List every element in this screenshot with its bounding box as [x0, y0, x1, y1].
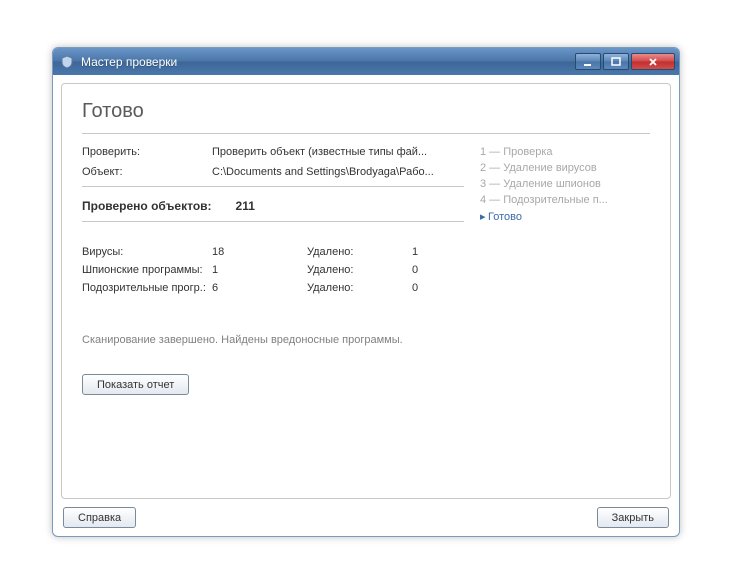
- scanned-value: 211: [236, 199, 255, 213]
- app-shield-icon: [59, 54, 75, 70]
- stats-row-spyware: Шпионские программы: 1 Удалено: 0: [82, 264, 464, 276]
- stat-name: Вирусы:: [82, 246, 212, 258]
- wizard-window: Мастер проверки Готово Проверить: Провер…: [52, 47, 680, 537]
- main-columns: Проверить: Проверить объект (известные т…: [82, 146, 650, 395]
- scanned-row: Проверено объектов: 211: [82, 199, 464, 213]
- stat-deleted-label: Удалено:: [307, 264, 412, 276]
- divider: [82, 221, 464, 222]
- object-value: C:\Documents and Settings\Brodyaga\Рабо.…: [212, 166, 464, 178]
- close-button[interactable]: [631, 53, 675, 70]
- window-title: Мастер проверки: [81, 55, 575, 69]
- summary-column: Проверить: Проверить объект (известные т…: [82, 146, 480, 395]
- object-label: Объект:: [82, 166, 212, 178]
- stat-count: 1: [212, 264, 307, 276]
- steps-column: 1 — Проверка 2 — Удаление вирусов 3 — Уд…: [480, 146, 650, 395]
- check-row: Проверить: Проверить объект (известные т…: [82, 146, 464, 158]
- divider: [82, 133, 650, 134]
- scanned-label: Проверено объектов:: [82, 199, 212, 213]
- status-message: Сканирование завершено. Найдены вредонос…: [82, 334, 464, 346]
- show-report-button[interactable]: Показать отчет: [82, 374, 189, 395]
- step-4: 4 — Подозрительные п...: [480, 194, 650, 206]
- stat-deleted-label: Удалено:: [307, 282, 412, 294]
- stat-deleted-count: 1: [412, 246, 442, 258]
- stats-block: Вирусы: 18 Удалено: 1 Шпионские программ…: [82, 246, 464, 294]
- check-label: Проверить:: [82, 146, 212, 158]
- step-1: 1 — Проверка: [480, 146, 650, 158]
- stat-deleted-count: 0: [412, 282, 442, 294]
- stat-count: 18: [212, 246, 307, 258]
- caret-right-icon: ▸: [480, 210, 488, 223]
- stat-deleted-label: Удалено:: [307, 246, 412, 258]
- page-title: Готово: [82, 100, 650, 123]
- minimize-button[interactable]: [575, 53, 601, 70]
- help-button[interactable]: Справка: [63, 507, 136, 528]
- divider: [82, 186, 464, 187]
- window-buttons: [575, 53, 675, 70]
- footer: Справка Закрыть: [61, 499, 671, 528]
- step-2: 2 — Удаление вирусов: [480, 162, 650, 174]
- close-dialog-button[interactable]: Закрыть: [597, 507, 669, 528]
- show-report-wrap: Показать отчет: [82, 374, 464, 395]
- stat-count: 6: [212, 282, 307, 294]
- stat-deleted-count: 0: [412, 264, 442, 276]
- titlebar[interactable]: Мастер проверки: [53, 48, 679, 75]
- stats-row-viruses: Вирусы: 18 Удалено: 1: [82, 246, 464, 258]
- content-panel: Готово Проверить: Проверить объект (изве…: [61, 83, 671, 499]
- window-body: Готово Проверить: Проверить объект (изве…: [53, 75, 679, 536]
- stat-name: Шпионские программы:: [82, 264, 212, 276]
- stat-name: Подозрительные прогр.:: [82, 282, 212, 294]
- stats-row-suspicious: Подозрительные прогр.: 6 Удалено: 0: [82, 282, 464, 294]
- maximize-button[interactable]: [603, 53, 629, 70]
- step-3: 3 — Удаление шпионов: [480, 178, 650, 190]
- step-done: ▸Готово: [480, 210, 650, 223]
- step-list: 1 — Проверка 2 — Удаление вирусов 3 — Уд…: [480, 146, 650, 223]
- check-value: Проверить объект (известные типы фай...: [212, 146, 464, 158]
- object-row: Объект: C:\Documents and Settings\Brodya…: [82, 166, 464, 178]
